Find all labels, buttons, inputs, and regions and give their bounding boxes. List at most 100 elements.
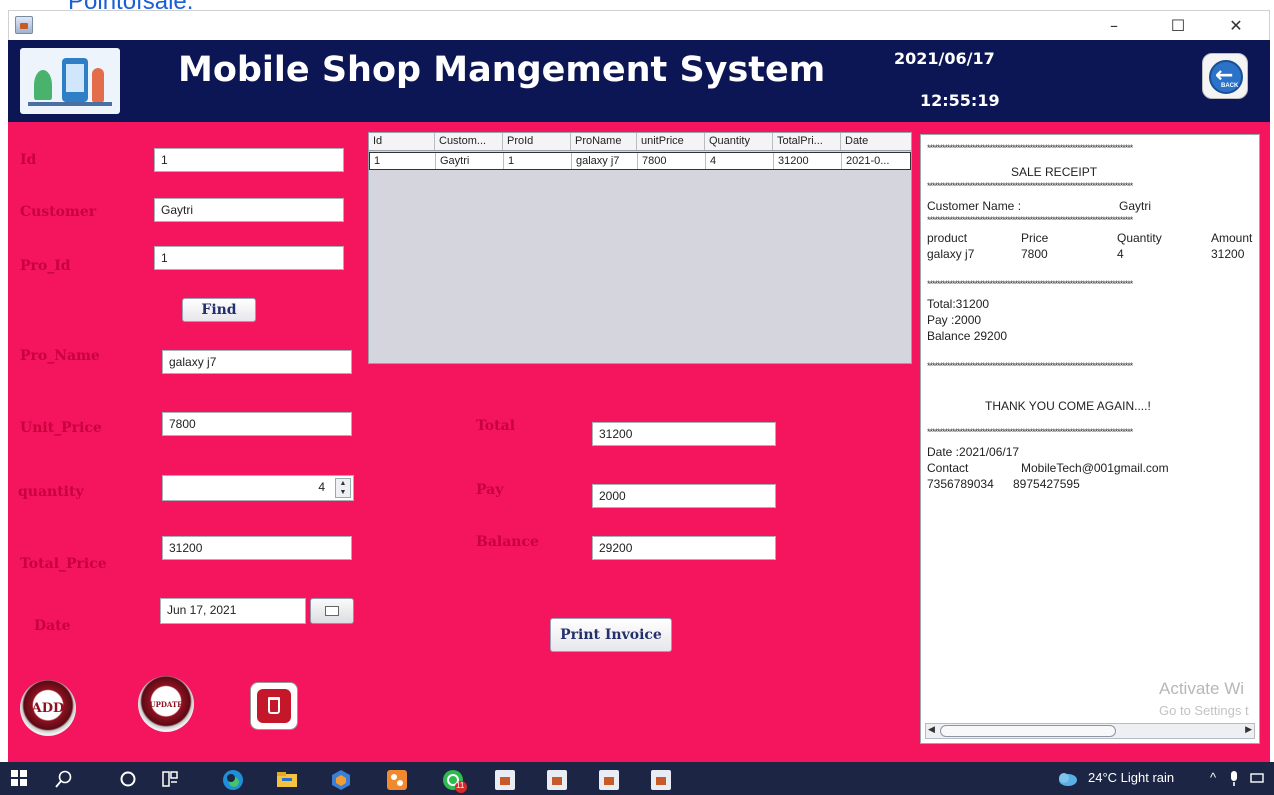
table-header-cell[interactable]: Date: [841, 133, 911, 150]
table-header-cell[interactable]: unitPrice: [637, 133, 705, 150]
java-app-icon: [15, 16, 33, 34]
receipt-phone-1: 7356789034: [927, 477, 994, 491]
java-app-icon[interactable]: [494, 769, 515, 790]
scroll-left-icon[interactable]: ◀: [928, 724, 935, 735]
receipt-panel[interactable]: ****************************************…: [920, 134, 1260, 744]
receipt-divider: ****************************************…: [927, 215, 1133, 225]
table-cell: 7800: [638, 153, 706, 169]
windows-start-icon[interactable]: [10, 769, 30, 789]
microphone-icon[interactable]: [1228, 770, 1240, 790]
balance-label: Balance: [476, 534, 539, 550]
id-field[interactable]: 1: [154, 148, 344, 172]
receipt-col-quantity: Quantity: [1117, 231, 1162, 245]
back-button[interactable]: ← BACK: [1202, 53, 1248, 99]
main-panel: Id 1 Customer Gaytri Pro_Id 1 Find Pro_N…: [8, 122, 1270, 762]
weather-text[interactable]: 24°C Light rain: [1088, 770, 1174, 785]
receipt-pay: Pay :2000: [927, 313, 982, 327]
spinner-arrows-icon[interactable]: ▲ ▼: [335, 478, 351, 498]
weather-cloud-icon[interactable]: [1056, 771, 1080, 791]
find-button[interactable]: Find: [182, 298, 256, 322]
table-header-cell[interactable]: Quantity: [705, 133, 773, 150]
receipt-balance: Balance 29200: [927, 329, 1008, 343]
receipt-thanks: THANK YOU COME AGAIN....!: [985, 399, 1151, 413]
file-explorer-icon[interactable]: [276, 769, 297, 789]
calendar-button[interactable]: [310, 598, 354, 624]
task-view-icon[interactable]: [160, 769, 180, 789]
table-header-cell[interactable]: TotalPri...: [773, 133, 841, 150]
table-header-cell[interactable]: Id: [369, 133, 435, 150]
receipt-phone-2: 8975427595: [1013, 477, 1080, 491]
table-cell: 31200: [774, 153, 842, 169]
id-label: Id: [20, 152, 37, 168]
receipt-item-amount: 31200: [1211, 247, 1245, 261]
receipt-col-price: Price: [1021, 231, 1049, 245]
shop-logo-icon: [20, 48, 120, 114]
receipt-customer-value: Gaytri: [1119, 199, 1152, 213]
customer-field[interactable]: Gaytri: [154, 198, 344, 222]
close-button[interactable]: ✕: [1213, 13, 1259, 39]
pay-field[interactable]: 2000: [592, 484, 776, 508]
balance-field[interactable]: 29200: [592, 536, 776, 560]
table-row[interactable]: 1 Gaytri 1 galaxy j7 7800 4 31200 2021-0…: [369, 152, 911, 170]
sales-table[interactable]: Id Custom... ProId ProName unitPrice Qua…: [368, 132, 912, 364]
windows-taskbar: 11 24°C Light rain ^: [0, 762, 1274, 795]
pro-name-label: Pro_Name: [20, 348, 100, 364]
receipt-item-product: galaxy j7: [927, 247, 975, 261]
receipt-col-product: product: [927, 231, 968, 245]
print-invoice-button[interactable]: Print Invoice: [550, 618, 672, 652]
java-app-icon[interactable]: [598, 769, 619, 790]
search-icon[interactable]: [54, 769, 74, 789]
receipt-divider: ****************************************…: [927, 361, 1133, 371]
scroll-thumb[interactable]: [940, 725, 1116, 737]
minimize-button[interactable]: –: [1091, 13, 1137, 39]
table-header-cell[interactable]: ProId: [503, 133, 571, 150]
table-cell: 1: [370, 153, 436, 169]
trash-icon: [257, 689, 291, 723]
add-icon-label: ADD: [31, 701, 65, 716]
table-header-cell[interactable]: Custom...: [435, 133, 503, 150]
quantity-stepper[interactable]: 4 ▲ ▼: [162, 475, 354, 501]
table-header-cell[interactable]: ProName: [571, 133, 637, 150]
receipt-date: Date :2021/06/17: [927, 445, 1020, 459]
pro-name-field[interactable]: galaxy j7: [162, 350, 352, 374]
display-icon[interactable]: [1250, 772, 1266, 792]
date-field[interactable]: Jun 17, 2021: [160, 598, 306, 624]
header-time: 12:55:19: [920, 91, 1000, 110]
maximize-button[interactable]: ☐: [1155, 13, 1201, 39]
activate-windows-watermark: Activate Wi: [1159, 679, 1245, 698]
receipt-divider: ****************************************…: [927, 143, 1133, 153]
calendar-icon: [325, 606, 339, 616]
receipt-contact-label: Contact: [927, 461, 969, 475]
total-field[interactable]: 31200: [592, 422, 776, 446]
games-app-icon[interactable]: [386, 769, 407, 790]
total-price-field[interactable]: 31200: [162, 536, 352, 560]
add-button[interactable]: ADD: [20, 680, 76, 736]
app-title: Mobile Shop Mangement System: [178, 50, 826, 90]
update-button[interactable]: UPDATE: [138, 676, 194, 732]
scroll-right-icon[interactable]: ▶: [1245, 724, 1252, 735]
java-app-icon-active[interactable]: [650, 769, 671, 790]
activate-windows-subtext: Go to Settings t: [1159, 703, 1249, 718]
receipt-horizontal-scrollbar[interactable]: ◀ ▶: [925, 723, 1255, 739]
window-titlebar: – ☐ ✕: [8, 10, 1270, 40]
whatsapp-icon[interactable]: 11: [442, 769, 467, 793]
whatsapp-badge: 11: [456, 781, 465, 790]
unit-price-field[interactable]: 7800: [162, 412, 352, 436]
table-cell: galaxy j7: [572, 153, 638, 169]
receipt-item-price: 7800: [1021, 247, 1048, 261]
back-arrow-icon: ← BACK: [1209, 60, 1243, 94]
pro-id-field[interactable]: 1: [154, 246, 344, 270]
delete-button[interactable]: [250, 682, 298, 730]
receipt-total: Total:31200: [927, 297, 990, 311]
update-icon-label: UPDATE: [149, 700, 183, 709]
java-app-icon[interactable]: [546, 769, 567, 790]
pay-label: Pay: [476, 482, 504, 498]
receipt-item-quantity: 4: [1117, 247, 1124, 261]
chevron-up-icon[interactable]: ^: [1210, 770, 1216, 785]
edge-browser-icon[interactable]: [222, 769, 243, 790]
office-app-icon[interactable]: [330, 769, 350, 790]
table-cell: Gaytri: [436, 153, 504, 169]
table-cell: 2021-0...: [846, 155, 890, 167]
cortana-icon[interactable]: [118, 769, 138, 789]
receipt-col-amount: Amount: [1211, 231, 1253, 245]
